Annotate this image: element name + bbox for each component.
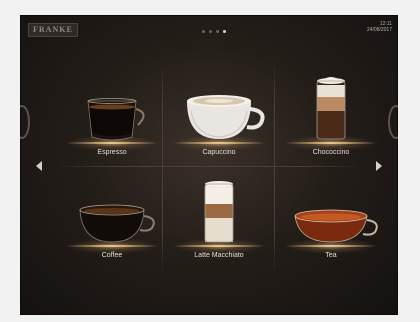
product-tile-latte-macchiato[interactable]: Latte Macchiato [165, 170, 273, 270]
product-tile-tea[interactable]: Tea [277, 170, 385, 270]
product-label: Chococcino [312, 149, 350, 156]
cappuccino-cup-icon [187, 95, 265, 139]
page-dot[interactable] [202, 30, 205, 33]
page-dot-active[interactable] [223, 30, 226, 33]
previous-page-arrow-icon[interactable] [36, 161, 42, 171]
next-page-cup-icon [388, 105, 398, 139]
product-label: Tea [325, 252, 337, 259]
product-label: Capuccino [202, 149, 236, 156]
product-tile-coffee[interactable]: Coffee [58, 170, 166, 270]
page-indicator [202, 30, 226, 33]
page-dot[interactable] [216, 30, 219, 33]
clock: 12:11 24/08/2017 [367, 21, 392, 33]
product-tile-espresso[interactable]: Espresso [58, 67, 166, 167]
page-dot[interactable] [209, 30, 212, 33]
product-label: Espresso [97, 149, 127, 156]
top-bar: FRANKE 12:11 24/08/2017 [20, 15, 398, 43]
product-tile-capuccino[interactable]: Capuccino [165, 67, 273, 167]
tea-cup-icon [294, 209, 378, 243]
divider [274, 63, 275, 273]
latte-macchiato-glass-icon [204, 181, 234, 243]
coffee-cup-icon [79, 204, 155, 243]
chococcino-glass-icon [316, 77, 346, 140]
product-label: Latte Macchiato [194, 252, 244, 259]
coffee-machine-screen: FRANKE 12:11 24/08/2017 Espresso Capucci… [20, 15, 398, 315]
date-text: 24/08/2017 [366, 27, 392, 33]
brand-logo: FRANKE [28, 23, 78, 37]
espresso-cup-icon [87, 98, 145, 141]
previous-page-cup-icon [20, 105, 30, 139]
product-label: Coffee [101, 252, 123, 259]
product-tile-chococcino[interactable]: Chococcino [277, 67, 385, 167]
